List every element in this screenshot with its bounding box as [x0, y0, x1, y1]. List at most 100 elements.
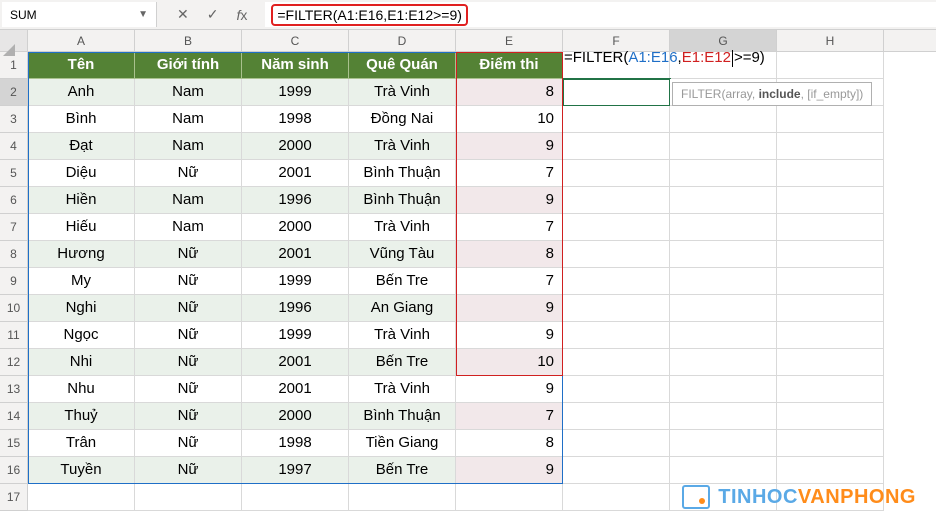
cell-B10[interactable]: Nữ	[135, 295, 242, 322]
cell-B12[interactable]: Nữ	[135, 349, 242, 376]
cell-F7[interactable]	[563, 214, 670, 241]
cell-H6[interactable]	[777, 187, 884, 214]
row-header-2[interactable]: 2	[0, 79, 28, 106]
cell-H4[interactable]	[777, 133, 884, 160]
cell-H5[interactable]	[777, 160, 884, 187]
cell-C3[interactable]: 1998	[242, 106, 349, 133]
cell-D9[interactable]: Bến Tre	[349, 268, 456, 295]
cell-C1[interactable]: Năm sinh	[242, 52, 349, 79]
cell-H8[interactable]	[777, 241, 884, 268]
cell-H12[interactable]	[777, 349, 884, 376]
cell-A10[interactable]: Nghi	[28, 295, 135, 322]
cell-C9[interactable]: 1999	[242, 268, 349, 295]
fx-icon[interactable]: fx	[236, 7, 247, 23]
dropdown-icon[interactable]: ▼	[138, 9, 148, 20]
cell-B11[interactable]: Nữ	[135, 322, 242, 349]
cell-E7[interactable]: 7	[456, 214, 563, 241]
row-header-10[interactable]: 10	[0, 295, 28, 322]
col-header-C[interactable]: C	[242, 30, 349, 51]
col-header-A[interactable]: A	[28, 30, 135, 51]
cell-E13[interactable]: 9	[456, 376, 563, 403]
cell-C16[interactable]: 1997	[242, 457, 349, 484]
cell-C10[interactable]: 1996	[242, 295, 349, 322]
cell-A5[interactable]: Diệu	[28, 160, 135, 187]
cell-F16[interactable]	[563, 457, 670, 484]
cell-B4[interactable]: Nam	[135, 133, 242, 160]
cell-H14[interactable]	[777, 403, 884, 430]
cell-E11[interactable]: 9	[456, 322, 563, 349]
cell-F6[interactable]	[563, 187, 670, 214]
cell-F14[interactable]	[563, 403, 670, 430]
cell-C13[interactable]: 2001	[242, 376, 349, 403]
row-header-7[interactable]: 7	[0, 214, 28, 241]
cell-G10[interactable]	[670, 295, 777, 322]
row-header-9[interactable]: 9	[0, 268, 28, 295]
cell-B6[interactable]: Nam	[135, 187, 242, 214]
cell-B1[interactable]: Giới tính	[135, 52, 242, 79]
cell-editing-formula[interactable]: =FILTER(A1:E16,E1:E12>=9)	[562, 49, 765, 67]
cell-H9[interactable]	[777, 268, 884, 295]
cell-G13[interactable]	[670, 376, 777, 403]
row-header-3[interactable]: 3	[0, 106, 28, 133]
cell-D14[interactable]: Bình Thuận	[349, 403, 456, 430]
cell-F15[interactable]	[563, 430, 670, 457]
cell-D4[interactable]: Trà Vinh	[349, 133, 456, 160]
name-box[interactable]: SUM ▼	[2, 2, 157, 27]
cell-C12[interactable]: 2001	[242, 349, 349, 376]
cell-A14[interactable]: Thuỷ	[28, 403, 135, 430]
cell-H10[interactable]	[777, 295, 884, 322]
cell-F3[interactable]	[563, 106, 670, 133]
cell-F13[interactable]	[563, 376, 670, 403]
cell-D10[interactable]: An Giang	[349, 295, 456, 322]
cell-D12[interactable]: Bến Tre	[349, 349, 456, 376]
cell-E3[interactable]: 10	[456, 106, 563, 133]
cell-F12[interactable]	[563, 349, 670, 376]
cell-D2[interactable]: Trà Vinh	[349, 79, 456, 106]
cell-D8[interactable]: Vũng Tàu	[349, 241, 456, 268]
cell-F10[interactable]	[563, 295, 670, 322]
row-header-14[interactable]: 14	[0, 403, 28, 430]
cell-A12[interactable]: Nhi	[28, 349, 135, 376]
cell-B3[interactable]: Nam	[135, 106, 242, 133]
row-header-16[interactable]: 16	[0, 457, 28, 484]
cell-C15[interactable]: 1998	[242, 430, 349, 457]
cell-F17[interactable]	[563, 484, 670, 511]
row-header-15[interactable]: 15	[0, 430, 28, 457]
cell-H15[interactable]	[777, 430, 884, 457]
cell-F5[interactable]	[563, 160, 670, 187]
cell-B8[interactable]: Nữ	[135, 241, 242, 268]
cell-F4[interactable]	[563, 133, 670, 160]
row-header-5[interactable]: 5	[0, 160, 28, 187]
cell-H16[interactable]	[777, 457, 884, 484]
cell-G6[interactable]	[670, 187, 777, 214]
cell-G3[interactable]	[670, 106, 777, 133]
cell-C4[interactable]: 2000	[242, 133, 349, 160]
cell-A15[interactable]: Trân	[28, 430, 135, 457]
cell-H3[interactable]	[777, 106, 884, 133]
row-header-17[interactable]: 17	[0, 484, 28, 511]
cell-E16[interactable]: 9	[456, 457, 563, 484]
col-header-H[interactable]: H	[777, 30, 884, 51]
cell-H13[interactable]	[777, 376, 884, 403]
cell-D13[interactable]: Trà Vinh	[349, 376, 456, 403]
cell-G14[interactable]	[670, 403, 777, 430]
cell-A6[interactable]: Hiền	[28, 187, 135, 214]
cell-F11[interactable]	[563, 322, 670, 349]
cell-G4[interactable]	[670, 133, 777, 160]
col-header-E[interactable]: E	[456, 30, 563, 51]
cell-F9[interactable]	[563, 268, 670, 295]
cell-B13[interactable]: Nữ	[135, 376, 242, 403]
row-header-4[interactable]: 4	[0, 133, 28, 160]
cell-A3[interactable]: Bình	[28, 106, 135, 133]
cell-B14[interactable]: Nữ	[135, 403, 242, 430]
cell-E10[interactable]: 9	[456, 295, 563, 322]
col-header-G[interactable]: G	[670, 30, 777, 51]
cell-C5[interactable]: 2001	[242, 160, 349, 187]
row-header-8[interactable]: 8	[0, 241, 28, 268]
cell-D16[interactable]: Bến Tre	[349, 457, 456, 484]
cell-A8[interactable]: Hương	[28, 241, 135, 268]
cell-D3[interactable]: Đồng Nai	[349, 106, 456, 133]
cell-C7[interactable]: 2000	[242, 214, 349, 241]
cell-A2[interactable]: Anh	[28, 79, 135, 106]
cell-D1[interactable]: Quê Quán	[349, 52, 456, 79]
